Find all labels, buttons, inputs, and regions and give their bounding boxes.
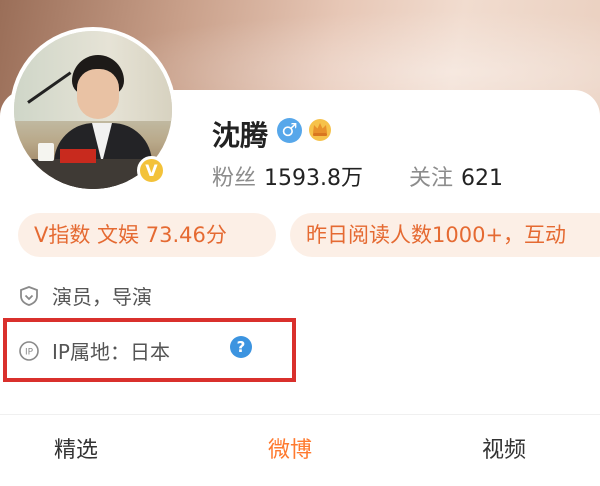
followers-label: 粉丝	[212, 166, 257, 191]
v-index-tag[interactable]: V指数 文娱 73.46分	[18, 213, 276, 257]
male-gender-icon: ♂	[277, 118, 302, 143]
tab-video[interactable]: 视频	[482, 432, 526, 464]
followers-stat[interactable]: 粉丝 1593.8万	[212, 166, 370, 191]
highlight-box	[3, 318, 296, 382]
occupation-row: 演员，导演	[18, 281, 152, 310]
reads-tag[interactable]: 昨日阅读人数1000+，互动	[290, 213, 600, 257]
profile-name: 沈腾	[212, 119, 269, 152]
tab-weibo[interactable]: 微博	[268, 432, 312, 464]
tabs-divider	[0, 414, 600, 415]
following-stat[interactable]: 关注 621	[409, 166, 503, 191]
followers-count: 1593.8万	[264, 166, 363, 191]
following-label: 关注	[409, 166, 454, 191]
tab-featured[interactable]: 精选	[54, 432, 98, 464]
crown-icon[interactable]	[307, 116, 333, 142]
occupation-text: 演员，导演	[52, 285, 152, 309]
follow-stats: 粉丝 1593.8万 关注 621	[212, 160, 503, 192]
following-count: 621	[461, 166, 504, 191]
shield-icon	[20, 285, 38, 306]
verified-icon: V	[137, 156, 166, 185]
